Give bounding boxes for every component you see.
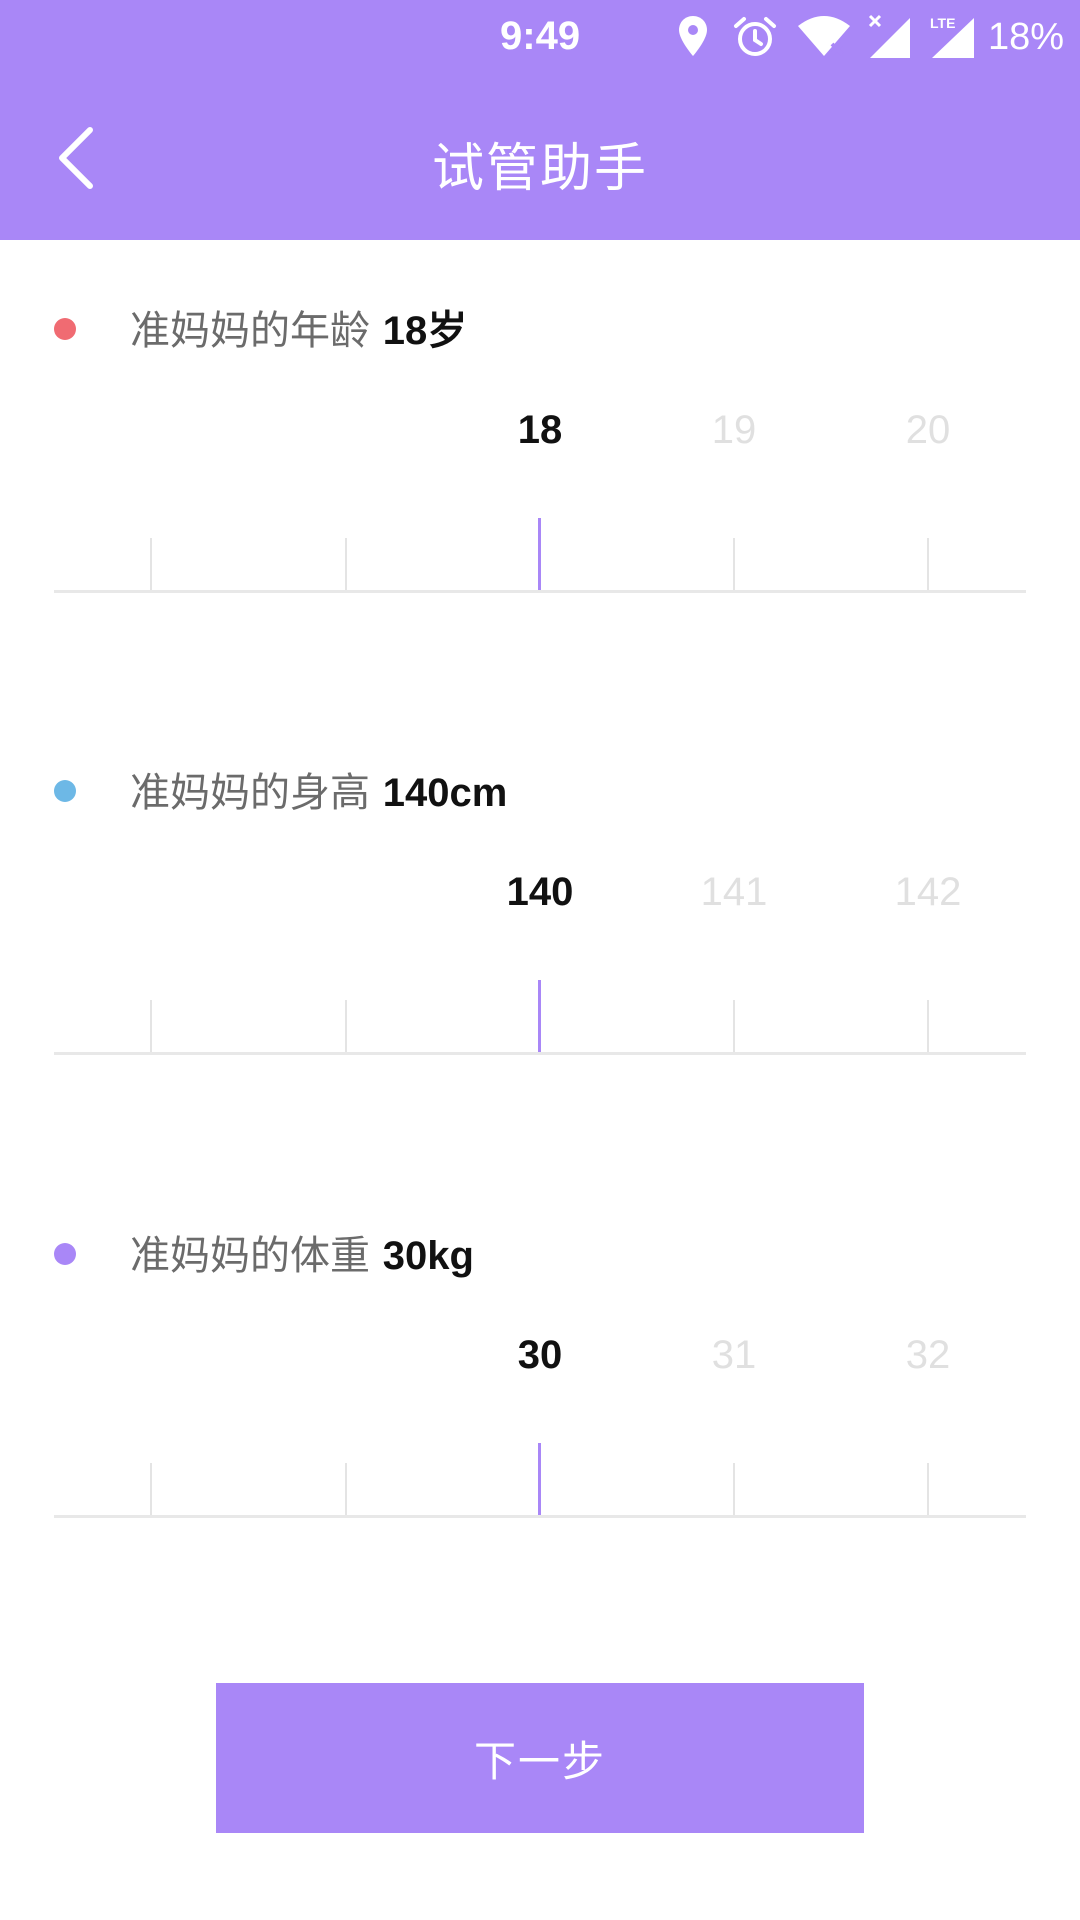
wifi-icon — [798, 16, 850, 56]
signal-lte-icon — [868, 14, 910, 58]
ruler-tick — [927, 538, 929, 592]
ruler-indicator — [538, 980, 541, 1054]
ruler-tick — [927, 1000, 929, 1054]
ruler-value: 31 — [711, 1333, 757, 1377]
alarm-icon — [734, 17, 776, 56]
signal-icon: LTE — [930, 15, 974, 58]
ruler-value: 141 — [700, 870, 768, 914]
age-dot — [54, 318, 76, 340]
weight-value: 30kg — [382, 1234, 474, 1278]
ruler-baseline — [54, 1515, 1026, 1518]
location-icon — [679, 16, 707, 56]
height-label: 准妈妈的身高 140cm — [130, 760, 507, 818]
weight-ruler[interactable]: 30 31 32 — [54, 1333, 1026, 1533]
ruler-tick — [150, 1000, 152, 1054]
height-ruler[interactable]: 140 141 142 — [54, 870, 1026, 1070]
height-value: 140cm — [382, 771, 508, 815]
ruler-value: 19 — [711, 408, 757, 452]
page-title: 试管助手 — [431, 139, 648, 199]
status-bar: 9:49 LTE 18% — [0, 0, 1080, 76]
battery-level: 18% — [988, 16, 1065, 58]
ruler-value: 142 — [894, 870, 962, 914]
age-value: 18岁 — [382, 309, 468, 353]
weight-dot — [54, 1243, 76, 1265]
ruler-tick — [345, 1000, 347, 1054]
ruler-tick — [927, 1463, 929, 1517]
svg-text:LTE: LTE — [930, 15, 955, 31]
ruler-selected-value: 18 — [517, 408, 563, 452]
app-header: 9:49 LTE 18% 试管助手 — [0, 0, 1080, 240]
ruler-tick — [150, 538, 152, 592]
age-label: 准妈妈的年龄 18岁 — [130, 298, 467, 356]
next-step-button[interactable]: 下一步 — [216, 1683, 864, 1833]
ruler-selected-value: 30 — [517, 1333, 563, 1377]
ruler-indicator — [538, 1443, 541, 1517]
ruler-baseline — [54, 1052, 1026, 1055]
ruler-selected-value: 140 — [506, 870, 574, 914]
ruler-tick — [733, 1463, 735, 1517]
ruler-baseline — [54, 590, 1026, 593]
weight-label: 准妈妈的体重 30kg — [130, 1223, 474, 1281]
ruler-tick — [345, 1463, 347, 1517]
weight-label-text: 准妈妈的体重 — [130, 1233, 370, 1279]
ruler-tick — [150, 1463, 152, 1517]
ruler-value: 32 — [905, 1333, 951, 1377]
age-ruler[interactable]: 18 19 20 — [54, 408, 1026, 608]
ruler-tick — [733, 538, 735, 592]
status-time: 9:49 — [500, 14, 581, 58]
height-dot — [54, 780, 76, 802]
age-label-text: 准妈妈的年龄 — [130, 308, 370, 354]
ruler-tick — [733, 1000, 735, 1054]
ruler-value: 20 — [905, 408, 951, 452]
navigation-bar: 试管助手 — [0, 76, 1080, 240]
height-label-text: 准妈妈的身高 — [130, 770, 370, 816]
ruler-tick — [345, 538, 347, 592]
ruler-indicator — [538, 518, 541, 592]
